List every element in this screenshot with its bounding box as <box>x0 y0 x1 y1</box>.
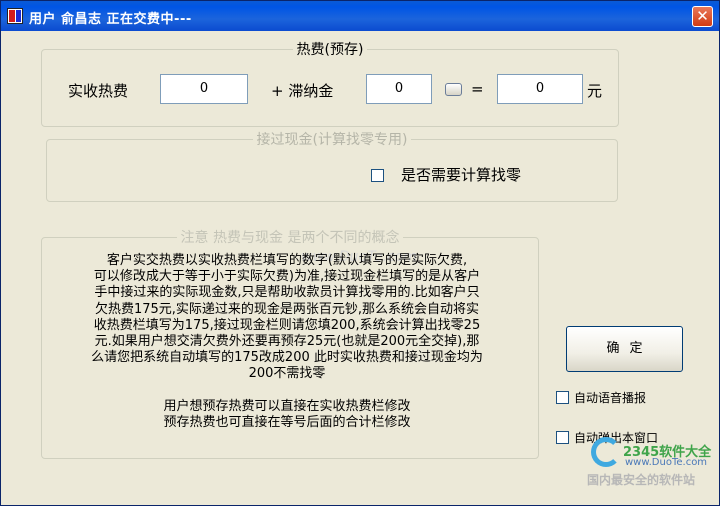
confirm-button[interactable]: 确定 <box>566 326 683 372</box>
total-fee-input[interactable]: 0 <box>497 74 583 104</box>
watermark-footer: 国内最安全的软件站 <box>587 473 696 487</box>
late-fee-label: + 滞纳金 <box>271 82 334 100</box>
calc-change-label: 是否需要计算找零 <box>401 166 522 184</box>
close-button[interactable]: ✕ <box>692 6 713 27</box>
note-paragraph-2: 用户想预存热费可以直接在实收热费栏修改 预存热费也可直接在等号后面的合计栏修改 <box>163 399 411 430</box>
auto-voice-label: 自动语音播报 <box>574 391 647 405</box>
note-group-title: 注意 热费与现金 是两个不同的概念 <box>180 230 400 246</box>
received-fee-input[interactable]: 0 <box>160 74 248 104</box>
currency-unit-label: 元 <box>587 82 603 100</box>
cash-received-group: 接过现金(计算找零专用) <box>46 129 618 202</box>
note-paragraph-1: 客户实交热费以实收热费栏填写的数字(默认填写的是实际欠费, 可以修改成大于等于小… <box>91 253 483 382</box>
auto-voice-checkbox[interactable] <box>556 391 569 404</box>
cash-received-group-title: 接过现金(计算找零专用) <box>256 132 408 148</box>
equals-label: = <box>471 80 484 98</box>
late-fee-toggle-button[interactable] <box>445 83 462 96</box>
late-fee-input[interactable]: 0 <box>366 74 432 104</box>
received-fee-label: 实收热费 <box>68 82 129 100</box>
watermark-url: www.DuoTe.com <box>625 457 708 468</box>
heat-fee-group-title: 热费(预存) <box>296 42 364 58</box>
swirl-logo-icon <box>591 437 621 467</box>
window-title: 用户 俞昌志 正在交费中--- <box>29 12 192 27</box>
payment-dialog: 用户 俞昌志 正在交费中--- ✕ 热费(预存) 实收热费 0 + 滞纳金 0 … <box>0 0 720 506</box>
calc-change-checkbox[interactable] <box>371 169 384 182</box>
app-icon <box>7 8 23 24</box>
title-bar[interactable]: 用户 俞昌志 正在交费中--- ✕ <box>1 1 719 31</box>
